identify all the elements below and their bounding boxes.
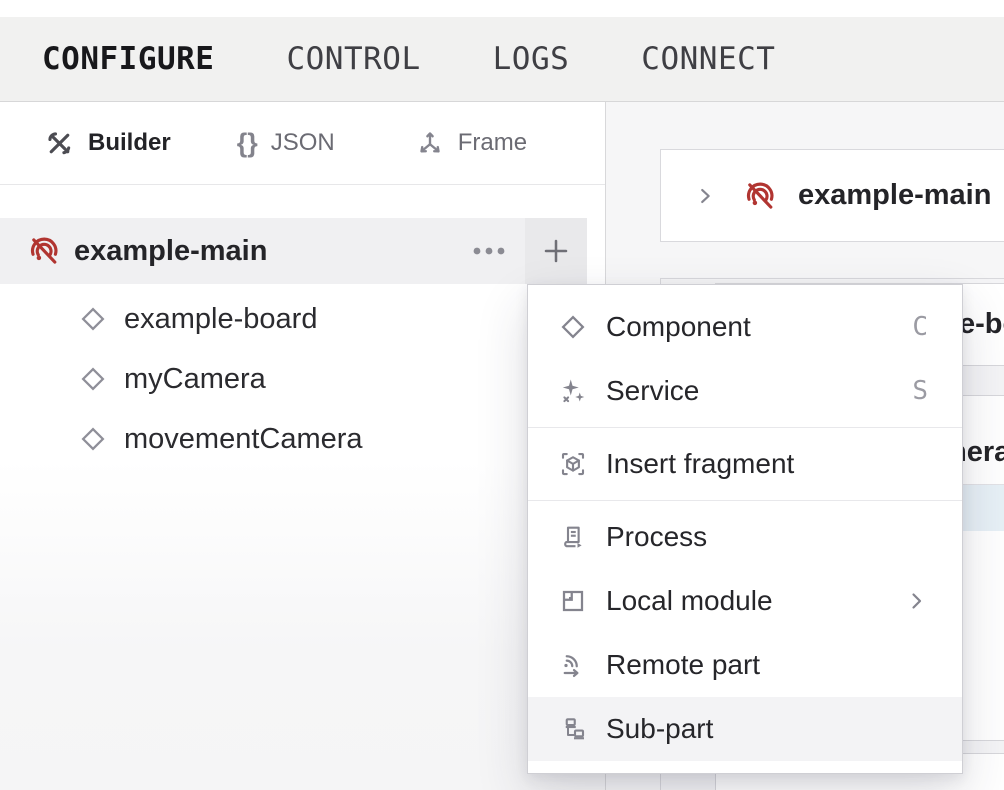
service-sparkles-icon <box>558 376 588 406</box>
braces-icon: {} <box>237 128 258 159</box>
tree-root-label: example-main <box>74 235 267 268</box>
menu-item-insert-fragment[interactable]: Insert fragment <box>528 432 962 496</box>
component-diamond-icon <box>558 312 588 342</box>
fragment-cube-icon <box>558 449 588 479</box>
remote-part-icon <box>558 650 588 680</box>
frame-axes-icon <box>415 128 445 158</box>
menu-item-local-module[interactable]: Local module <box>528 569 962 633</box>
sub-part-icon <box>558 714 588 744</box>
menu-item-sub-part[interactable]: Sub-part <box>528 697 962 761</box>
ellipsis-icon <box>472 245 506 257</box>
component-diamond-icon <box>78 424 108 454</box>
part-header-title: example-main <box>798 179 991 212</box>
tab-builder[interactable]: Builder <box>44 128 171 159</box>
expand-chevron-icon <box>694 185 716 207</box>
nav-tab-logs[interactable]: LOGS <box>493 41 570 77</box>
menu-item-process[interactable]: Process <box>528 505 962 569</box>
tree-item-example-board[interactable]: example-board <box>0 289 605 349</box>
builder-sidebar: Builder {} JSON Frame <box>0 102 606 790</box>
top-nav: CONFIGURE CONTROL LOGS CONNECT <box>0 17 1004 102</box>
tree-item-label: movementCamera <box>124 423 363 456</box>
resource-tree: example-board myCamera movementCamera <box>0 289 605 469</box>
tree-item-mycamera[interactable]: myCamera <box>0 349 605 409</box>
root-add-button[interactable] <box>525 218 587 284</box>
tools-icon <box>44 128 75 159</box>
menu-item-component[interactable]: Component C <box>528 295 962 359</box>
tree-root-row[interactable]: example-main <box>0 218 606 284</box>
tab-json-label: JSON <box>271 129 335 157</box>
tab-json[interactable]: {} JSON <box>237 128 335 159</box>
shortcut-key: C <box>912 312 928 342</box>
shortcut-key: S <box>912 376 928 406</box>
plus-icon <box>540 235 572 267</box>
tab-frame-label: Frame <box>458 129 527 157</box>
menu-item-label: Sub-part <box>606 713 713 745</box>
tab-builder-label: Builder <box>88 129 171 157</box>
local-module-icon <box>558 586 588 616</box>
nav-tab-connect[interactable]: CONNECT <box>641 41 775 77</box>
menu-item-label: Process <box>606 521 707 553</box>
view-mode-tabs: Builder {} JSON Frame <box>0 102 605 185</box>
menu-divider <box>528 500 962 501</box>
part-header-card[interactable]: example-main <box>660 149 1004 242</box>
menu-item-label: Insert fragment <box>606 448 794 480</box>
root-more-button[interactable] <box>466 218 512 284</box>
tab-frame[interactable]: Frame <box>415 128 527 158</box>
tree-item-label: myCamera <box>124 363 266 396</box>
tree-item-movementcamera[interactable]: movementCamera <box>0 409 605 469</box>
nav-tab-configure[interactable]: CONFIGURE <box>42 41 214 77</box>
add-resource-menu: Component C Service S <box>527 284 963 774</box>
component-diamond-icon <box>78 304 108 334</box>
nav-tab-control[interactable]: CONTROL <box>286 41 420 77</box>
menu-divider <box>528 427 962 428</box>
machine-offline-icon <box>26 233 62 269</box>
configure-page: CONFIGURE CONTROL LOGS CONNECT Builder {… <box>0 0 1004 790</box>
menu-item-service[interactable]: Service S <box>528 359 962 423</box>
process-script-icon <box>558 522 588 552</box>
menu-item-remote-part[interactable]: Remote part <box>528 633 962 697</box>
tree-item-label: example-board <box>124 303 317 336</box>
submenu-chevron-icon <box>904 589 928 613</box>
menu-item-label: Component <box>606 311 751 343</box>
menu-item-label: Local module <box>606 585 773 617</box>
component-diamond-icon <box>78 364 108 394</box>
machine-offline-icon <box>742 178 778 214</box>
menu-item-label: Remote part <box>606 649 760 681</box>
menu-item-label: Service <box>606 375 699 407</box>
